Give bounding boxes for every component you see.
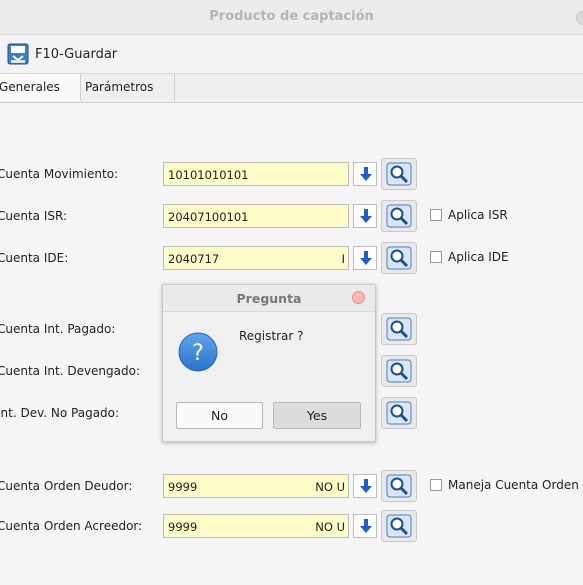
field-label: Int. Dev. No Pagado: — [0, 406, 120, 420]
arrow-down-icon — [360, 519, 372, 533]
question-icon: ? — [178, 332, 218, 372]
search-icon — [386, 162, 412, 186]
cuenta-movimiento-input[interactable]: 10101010101 — [163, 162, 349, 186]
search-button[interactable] — [381, 242, 417, 274]
row-cuenta-orden-acreedor: Cuenta Orden Acreedor: 9999 NO U — [0, 510, 583, 542]
search-icon — [386, 317, 412, 341]
field-label: Cuenta Movimiento: — [0, 167, 119, 181]
field-value: 2040717 — [168, 252, 220, 266]
row-cuenta-isr: Cuenta ISR: 20407100101 Aplica ISR — [0, 200, 583, 232]
arrow-down-icon — [360, 167, 372, 181]
field-suffix: I — [341, 252, 345, 266]
aplica-isr-checkbox[interactable] — [430, 209, 442, 221]
cuenta-isr-input[interactable]: 20407100101 — [163, 204, 349, 228]
arrow-down-button[interactable] — [353, 162, 377, 186]
arrow-down-icon — [360, 209, 372, 223]
checkbox-label: Maneja Cuenta Orden — [448, 478, 579, 492]
window-close-button[interactable] — [576, 11, 583, 25]
field-label: Cuenta IDE: — [0, 251, 69, 265]
arrow-down-button[interactable] — [353, 474, 377, 498]
arrow-down-button[interactable] — [353, 246, 377, 270]
tab-bar: Generales Parámetros — [0, 74, 583, 103]
field-label: Cuenta Int. Pagado: — [0, 322, 116, 336]
cuenta-orden-deudor-input[interactable]: 9999 NO U — [163, 474, 349, 498]
arrow-down-icon — [360, 251, 372, 265]
field-suffix: NO U — [315, 480, 345, 494]
search-button[interactable] — [381, 510, 417, 542]
search-icon — [386, 246, 412, 270]
tab-parametros[interactable]: Parámetros — [82, 74, 175, 101]
arrow-down-button[interactable] — [353, 204, 377, 228]
search-icon — [386, 514, 412, 538]
search-button[interactable] — [381, 158, 417, 190]
question-dialog: Pregunta ? Registrar ? No Yes — [162, 284, 376, 442]
dialog-titlebar: Pregunta — [163, 285, 375, 312]
save-button-label: F10-Guardar — [35, 46, 118, 62]
field-label: Cuenta Int. Devengado: — [0, 364, 141, 378]
maneja-cuenta-orden-checkbox[interactable] — [430, 479, 442, 491]
field-label: Cuenta ISR: — [0, 209, 68, 223]
toolbar: F10-Guardar — [0, 35, 583, 74]
dialog-message: Registrar ? — [239, 329, 304, 343]
window-title: Producto de captación — [209, 9, 374, 24]
save-button[interactable]: F10-Guardar — [7, 41, 117, 67]
tab-generales[interactable]: Generales — [0, 74, 81, 101]
field-value: 20407100101 — [168, 210, 249, 224]
cuenta-ide-input[interactable]: 2040717 I — [163, 246, 349, 270]
aplica-ide-checkbox[interactable] — [430, 251, 442, 263]
arrow-down-button[interactable] — [353, 514, 377, 538]
dialog-close-button[interactable] — [352, 291, 365, 304]
yes-button[interactable]: Yes — [273, 402, 361, 429]
arrow-down-icon — [360, 479, 372, 493]
checkbox-label: Aplica ISR — [448, 208, 508, 222]
field-value: 9999 — [168, 520, 198, 534]
cuenta-orden-acreedor-input[interactable]: 9999 NO U — [163, 514, 349, 538]
row-cuenta-orden-deudor: Cuenta Orden Deudor: 9999 NO U Maneja Cu… — [0, 470, 583, 502]
checkbox-label: Aplica IDE — [448, 250, 509, 264]
search-button[interactable] — [381, 355, 417, 387]
search-icon — [386, 474, 412, 498]
field-suffix: NO U — [315, 520, 345, 534]
search-icon — [386, 401, 412, 425]
field-label: Cuenta Orden Deudor: — [0, 479, 133, 493]
row-cuenta-ide: Cuenta IDE: 2040717 I Aplica IDE — [0, 242, 583, 274]
search-button[interactable] — [381, 470, 417, 502]
search-icon — [386, 359, 412, 383]
field-value: 9999 — [168, 480, 198, 494]
search-icon — [386, 204, 412, 228]
save-icon — [7, 43, 29, 65]
search-button[interactable] — [381, 397, 417, 429]
svg-text:?: ? — [192, 341, 204, 366]
search-button[interactable] — [381, 200, 417, 232]
no-button[interactable]: No — [176, 402, 263, 429]
dialog-title: Pregunta — [236, 291, 302, 306]
window-titlebar: Producto de captación — [0, 0, 583, 35]
row-cuenta-movimiento: Cuenta Movimiento: 10101010101 — [0, 158, 583, 190]
field-label: Cuenta Orden Acreedor: — [0, 519, 143, 533]
field-value: 10101010101 — [168, 168, 249, 182]
search-button[interactable] — [381, 313, 417, 345]
